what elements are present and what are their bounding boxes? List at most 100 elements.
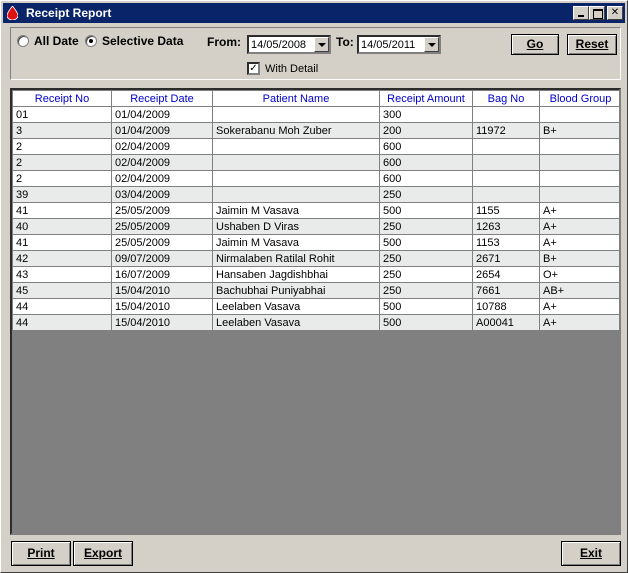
cell-patient-name: Sokerabanu Moh Zuber xyxy=(212,122,380,139)
table-row[interactable]: 45 15/04/2010 Bachubhai Puniyabhai 250 7661 A… xyxy=(12,282,619,299)
cell-receipt-amount: 600 xyxy=(379,138,473,155)
chevron-down-icon[interactable] xyxy=(314,37,329,52)
cell-blood-group: A+ xyxy=(539,314,619,331)
cell-patient-name xyxy=(212,138,380,155)
cell-receipt-date: 09/07/2009 xyxy=(111,250,213,267)
cell-blood-group: B+ xyxy=(539,250,619,267)
receipt-grid[interactable]: Receipt No Receipt Date Patient Name Rec… xyxy=(10,88,621,535)
selective-data-radio[interactable] xyxy=(85,35,97,47)
cell-blood-group xyxy=(539,138,619,155)
cell-receipt-date: 15/04/2010 xyxy=(111,298,213,315)
cell-receipt-date: 01/04/2009 xyxy=(111,122,213,139)
cell-receipt-amount: 250 xyxy=(379,218,473,235)
cell-receipt-no: 39 xyxy=(12,186,112,203)
cell-bag-no xyxy=(472,106,540,123)
close-button[interactable]: ✕ xyxy=(607,6,623,20)
cell-receipt-no: 43 xyxy=(12,266,112,283)
cell-bag-no: 2654 xyxy=(472,266,540,283)
exit-button[interactable]: Exit xyxy=(561,541,621,566)
minimize-button[interactable] xyxy=(573,6,589,20)
with-detail-label[interactable]: With Detail xyxy=(265,63,318,75)
table-row[interactable]: 2 02/04/2009 600 xyxy=(12,170,619,187)
to-label: To: xyxy=(336,35,354,49)
cell-receipt-no: 44 xyxy=(12,298,112,315)
with-detail-checkbox[interactable]: ✓ xyxy=(247,62,260,75)
table-row[interactable]: 44 15/04/2010 Leelaben Vasava 500 10788 A+ xyxy=(12,298,619,315)
to-date-value: 14/05/2011 xyxy=(361,39,416,51)
cell-patient-name: Ushaben D Viras xyxy=(212,218,380,235)
filter-panel: All Date Selective Data From: 14/05/2008… xyxy=(10,27,621,80)
table-row[interactable]: 01 01/04/2009 300 xyxy=(12,106,619,123)
cell-patient-name xyxy=(212,154,380,171)
table-row[interactable]: 44 15/04/2010 Leelaben Vasava 500 A00041 A+ xyxy=(12,314,619,331)
chevron-down-icon[interactable] xyxy=(424,37,439,52)
cell-patient-name: Hansaben Jagdishbhai xyxy=(212,266,380,283)
cell-patient-name: Leelaben Vasava xyxy=(212,298,380,315)
cell-blood-group: A+ xyxy=(539,218,619,235)
all-date-label[interactable]: All Date xyxy=(34,34,79,48)
cell-receipt-date: 25/05/2009 xyxy=(111,234,213,251)
column-header-patient-name[interactable]: Patient Name xyxy=(212,90,380,107)
cell-blood-group: O+ xyxy=(539,266,619,283)
maximize-button[interactable] xyxy=(589,6,605,20)
to-date-picker[interactable]: 14/05/2011 xyxy=(357,35,441,54)
cell-receipt-no: 3 xyxy=(12,122,112,139)
cell-bag-no xyxy=(472,138,540,155)
reset-button[interactable]: Reset xyxy=(567,34,617,55)
cell-blood-group: A+ xyxy=(539,234,619,251)
cell-receipt-date: 15/04/2010 xyxy=(111,282,213,299)
column-header-bag-no[interactable]: Bag No xyxy=(472,90,540,107)
table-row[interactable]: 39 03/04/2009 250 xyxy=(12,186,619,203)
receipt-report-window: Receipt Report ✕ All Date Selective Data… xyxy=(0,0,628,573)
from-date-value: 14/05/2008 xyxy=(251,39,307,51)
selective-data-label[interactable]: Selective Data xyxy=(102,34,183,48)
cell-receipt-amount: 250 xyxy=(379,186,473,203)
table-row[interactable]: 3 01/04/2009 Sokerabanu Moh Zuber 200 11972 B… xyxy=(12,122,619,139)
table-row[interactable]: 42 09/07/2009 Nirmalaben Ratilal Rohit 250 2… xyxy=(12,250,619,267)
cell-bag-no: 10788 xyxy=(472,298,540,315)
cell-receipt-amount: 250 xyxy=(379,282,473,299)
cell-bag-no xyxy=(472,170,540,187)
cell-bag-no xyxy=(472,186,540,203)
cell-receipt-no: 40 xyxy=(12,218,112,235)
print-button[interactable]: Print xyxy=(11,541,71,566)
cell-receipt-no: 44 xyxy=(12,314,112,331)
table-row[interactable]: 40 25/05/2009 Ushaben D Viras 250 1263 A+ xyxy=(12,218,619,235)
export-button[interactable]: Export xyxy=(73,541,133,566)
table-row[interactable]: 43 16/07/2009 Hansaben Jagdishbhai 250 2654 O… xyxy=(12,266,619,283)
all-date-radio[interactable] xyxy=(17,35,29,47)
cell-bag-no xyxy=(472,154,540,171)
column-header-blood-group[interactable]: Blood Group xyxy=(539,90,619,107)
table-row[interactable]: 41 25/05/2009 Jaimin M Vasava 500 1155 A+ xyxy=(12,202,619,219)
cell-bag-no: A00041 xyxy=(472,314,540,331)
column-header-receipt-date[interactable]: Receipt Date xyxy=(111,90,213,107)
cell-patient-name: Nirmalaben Ratilal Rohit xyxy=(212,250,380,267)
title-bar[interactable]: Receipt Report ✕ xyxy=(3,3,625,23)
cell-receipt-date: 16/07/2009 xyxy=(111,266,213,283)
cell-receipt-amount: 500 xyxy=(379,234,473,251)
cell-patient-name: Jaimin M Vasava xyxy=(212,202,380,219)
table-row[interactable]: 2 02/04/2009 600 xyxy=(12,154,619,171)
cell-receipt-amount: 600 xyxy=(379,170,473,187)
cell-receipt-no: 2 xyxy=(12,138,112,155)
column-header-receipt-no[interactable]: Receipt No xyxy=(12,90,112,107)
cell-receipt-date: 02/04/2009 xyxy=(111,170,213,187)
cell-patient-name xyxy=(212,186,380,203)
table-row[interactable]: 41 25/05/2009 Jaimin M Vasava 500 1153 A+ xyxy=(12,234,619,251)
table-row[interactable]: 2 02/04/2009 600 xyxy=(12,138,619,155)
cell-blood-group: A+ xyxy=(539,298,619,315)
cell-receipt-date: 25/05/2009 xyxy=(111,202,213,219)
cell-receipt-amount: 600 xyxy=(379,154,473,171)
go-button[interactable]: Go xyxy=(511,34,559,55)
cell-receipt-no: 2 xyxy=(12,170,112,187)
from-date-picker[interactable]: 14/05/2008 xyxy=(247,35,331,54)
cell-blood-group xyxy=(539,106,619,123)
cell-receipt-date: 02/04/2009 xyxy=(111,154,213,171)
cell-receipt-no: 2 xyxy=(12,154,112,171)
cell-blood-group xyxy=(539,154,619,171)
blood-drop-icon xyxy=(7,6,18,20)
cell-bag-no: 1153 xyxy=(472,234,540,251)
column-header-receipt-amount[interactable]: Receipt Amount xyxy=(379,90,473,107)
receipt-table: Receipt No Receipt Date Patient Name Rec… xyxy=(12,90,619,331)
cell-patient-name: Bachubhai Puniyabhai xyxy=(212,282,380,299)
